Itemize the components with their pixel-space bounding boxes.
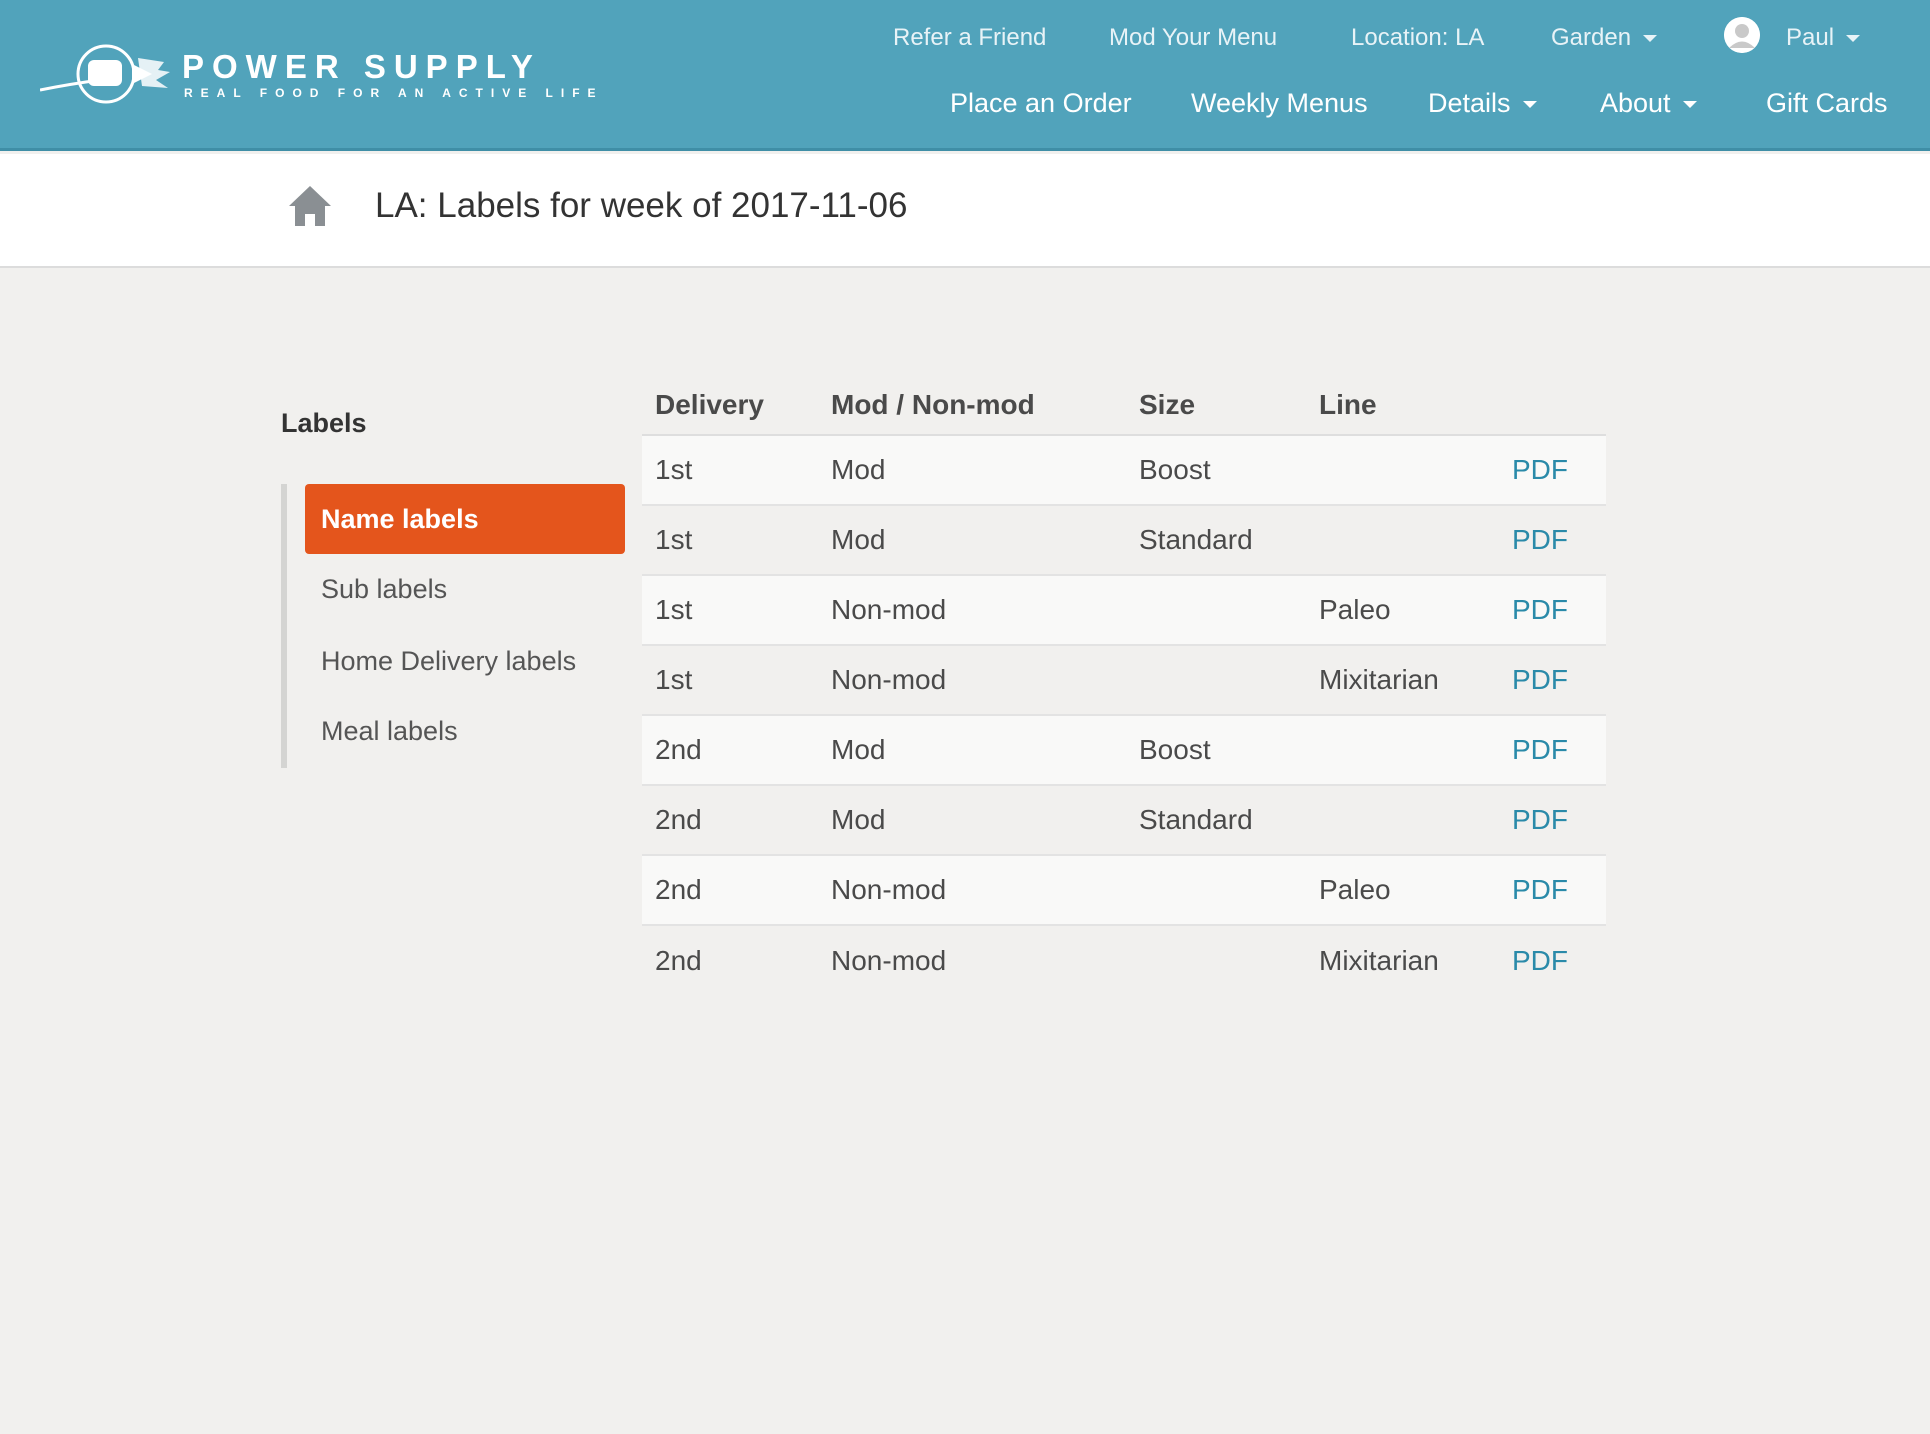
cell-size: [1126, 644, 1306, 715]
cell-size: [1126, 924, 1306, 995]
cell-delivery: 1st: [642, 504, 818, 575]
labels-table: Delivery Mod / Non-mod Size Line 1st Mod…: [642, 375, 1606, 995]
cell-size: Boost: [1126, 714, 1306, 785]
details-label: Details: [1428, 88, 1511, 118]
cell-link: PDF: [1499, 854, 1606, 925]
pdf-link[interactable]: PDF: [1512, 874, 1568, 905]
cell-mod: Non-mod: [818, 574, 1126, 645]
about-label: About: [1600, 88, 1671, 118]
pdf-link[interactable]: PDF: [1512, 945, 1568, 976]
pdf-link[interactable]: PDF: [1512, 524, 1568, 555]
table-row: 1st Non-mod Paleo PDF: [642, 574, 1606, 645]
header-line: Line: [1306, 375, 1499, 436]
site-header: POWER SUPPLY REAL FOOD FOR AN ACTIVE LIF…: [0, 0, 1930, 151]
table-row: 1st Mod Standard PDF: [642, 504, 1606, 575]
table-row: 2nd Mod Boost PDF: [642, 714, 1606, 785]
cell-line: Mixitarian: [1306, 924, 1499, 995]
cell-link: PDF: [1499, 644, 1606, 715]
caret-down-icon: [1682, 101, 1697, 109]
table-row: 1st Non-mod Mixitarian PDF: [642, 644, 1606, 715]
cell-delivery: 2nd: [642, 714, 818, 785]
sidebar-item-home-delivery-labels[interactable]: Home Delivery labels: [305, 626, 625, 696]
pdf-link[interactable]: PDF: [1512, 594, 1568, 625]
about-dropdown[interactable]: About: [1600, 88, 1697, 119]
weekly-menus-link[interactable]: Weekly Menus: [1191, 88, 1368, 119]
cell-delivery: 1st: [642, 574, 818, 645]
cell-size: Boost: [1126, 435, 1306, 505]
details-dropdown[interactable]: Details: [1428, 88, 1537, 119]
cell-mod: Non-mod: [818, 644, 1126, 715]
home-icon[interactable]: [287, 182, 333, 228]
cell-link: PDF: [1499, 714, 1606, 785]
cell-line: [1306, 714, 1499, 785]
cell-mod: Non-mod: [818, 854, 1126, 925]
sidebar-heading: Labels: [281, 408, 367, 438]
header-delivery: Delivery: [642, 375, 818, 436]
cell-delivery: 2nd: [642, 924, 818, 995]
table-row: 2nd Non-mod Paleo PDF: [642, 854, 1606, 925]
cell-delivery: 1st: [642, 644, 818, 715]
cell-line: [1306, 504, 1499, 575]
cell-link: PDF: [1499, 924, 1606, 995]
cell-link: PDF: [1499, 574, 1606, 645]
cell-delivery: 2nd: [642, 854, 818, 925]
cell-mod: Mod: [818, 504, 1126, 575]
main-nav: Place an Order Weekly Menus Details Abou…: [0, 0, 1930, 151]
table-row: 2nd Mod Standard PDF: [642, 784, 1606, 855]
header-link: [1499, 375, 1606, 436]
cell-mod: Mod: [818, 784, 1126, 855]
header-mod: Mod / Non-mod: [818, 375, 1126, 436]
cell-mod: Non-mod: [818, 924, 1126, 995]
cell-size: [1126, 854, 1306, 925]
cell-line: Paleo: [1306, 854, 1499, 925]
table-header-row: Delivery Mod / Non-mod Size Line: [642, 375, 1606, 436]
pdf-link[interactable]: PDF: [1512, 734, 1568, 765]
sidebar-item-meal-labels[interactable]: Meal labels: [305, 696, 625, 766]
cell-link: PDF: [1499, 504, 1606, 575]
table-row: 1st Mod Boost PDF: [642, 435, 1606, 505]
cell-link: PDF: [1499, 784, 1606, 855]
pdf-link[interactable]: PDF: [1512, 664, 1568, 695]
header-size: Size: [1126, 375, 1306, 436]
gift-cards-link[interactable]: Gift Cards: [1766, 88, 1888, 119]
page-title-bar: LA: Labels for week of 2017-11-06: [0, 154, 1930, 268]
cell-size: Standard: [1126, 504, 1306, 575]
page-title: LA: Labels for week of 2017-11-06: [375, 186, 908, 225]
cell-mod: Mod: [818, 714, 1126, 785]
labels-sidebar: Name labels Sub labels Home Delivery lab…: [281, 484, 625, 768]
cell-line: [1306, 435, 1499, 505]
sidebar-item-sub-labels[interactable]: Sub labels: [305, 554, 625, 624]
cell-line: [1306, 784, 1499, 855]
cell-delivery: 2nd: [642, 784, 818, 855]
pdf-link[interactable]: PDF: [1512, 454, 1568, 485]
table-row: 2nd Non-mod Mixitarian PDF: [642, 924, 1606, 995]
place-order-link[interactable]: Place an Order: [950, 88, 1132, 119]
cell-line: Mixitarian: [1306, 644, 1499, 715]
cell-delivery: 1st: [642, 435, 818, 505]
sidebar-item-name-labels[interactable]: Name labels: [305, 484, 625, 554]
cell-mod: Mod: [818, 435, 1126, 505]
cell-size: [1126, 574, 1306, 645]
cell-size: Standard: [1126, 784, 1306, 855]
cell-link: PDF: [1499, 435, 1606, 505]
caret-down-icon: [1522, 101, 1537, 109]
labels-table-container: Delivery Mod / Non-mod Size Line 1st Mod…: [642, 375, 1606, 995]
pdf-link[interactable]: PDF: [1512, 804, 1568, 835]
cell-line: Paleo: [1306, 574, 1499, 645]
